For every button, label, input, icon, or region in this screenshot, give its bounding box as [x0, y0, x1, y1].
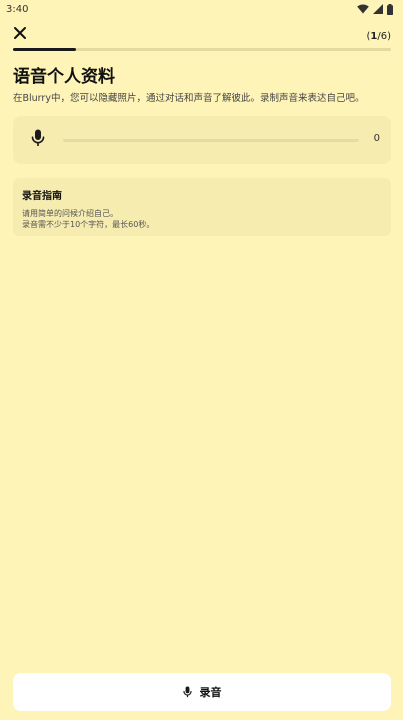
battery-icon — [387, 3, 393, 15]
recording-count: 0 — [373, 133, 380, 144]
recording-guide: 录音指南 请用简单的问候介绍自己。 录音需不少于10个字符，最长60秒。 — [13, 178, 391, 236]
status-icons — [357, 3, 393, 15]
status-bar: 3:40 — [0, 0, 403, 18]
guide-line-2: 录音需不少于10个字符，最长60秒。 — [22, 220, 155, 229]
status-time: 3:40 — [6, 3, 29, 15]
step-counter: (1/6) — [366, 31, 391, 42]
recorder-card: 0 — [13, 116, 391, 164]
close-button[interactable] — [10, 24, 30, 44]
record-button-label: 录音 — [199, 686, 222, 699]
voice-profile-screen: 3:40 (1/6) 语音个人资料 在Blurry中，您可以隐藏照片，通过对话和… — [0, 0, 403, 720]
progress-fill — [13, 48, 77, 51]
microphone-icon — [31, 129, 45, 151]
close-icon — [13, 25, 27, 44]
page-title: 语音个人资料 — [13, 67, 115, 87]
record-button[interactable]: 录音 — [13, 673, 391, 711]
step-current: 1 — [370, 31, 378, 42]
wifi-icon — [357, 4, 369, 14]
page-description: 在Blurry中，您可以隐藏照片，通过对话和声音了解彼此。录制声音来表达自己吧。 — [13, 93, 365, 104]
guide-line-1: 请用简单的问候介绍自己。 — [22, 209, 118, 218]
recorder-mic[interactable] — [13, 116, 63, 164]
step-total: 6 — [380, 31, 388, 42]
progress-bar — [13, 48, 391, 51]
guide-title: 录音指南 — [22, 191, 62, 202]
recording-level-track — [63, 138, 359, 142]
signal-icon — [373, 4, 383, 14]
microphone-icon — [182, 683, 192, 702]
